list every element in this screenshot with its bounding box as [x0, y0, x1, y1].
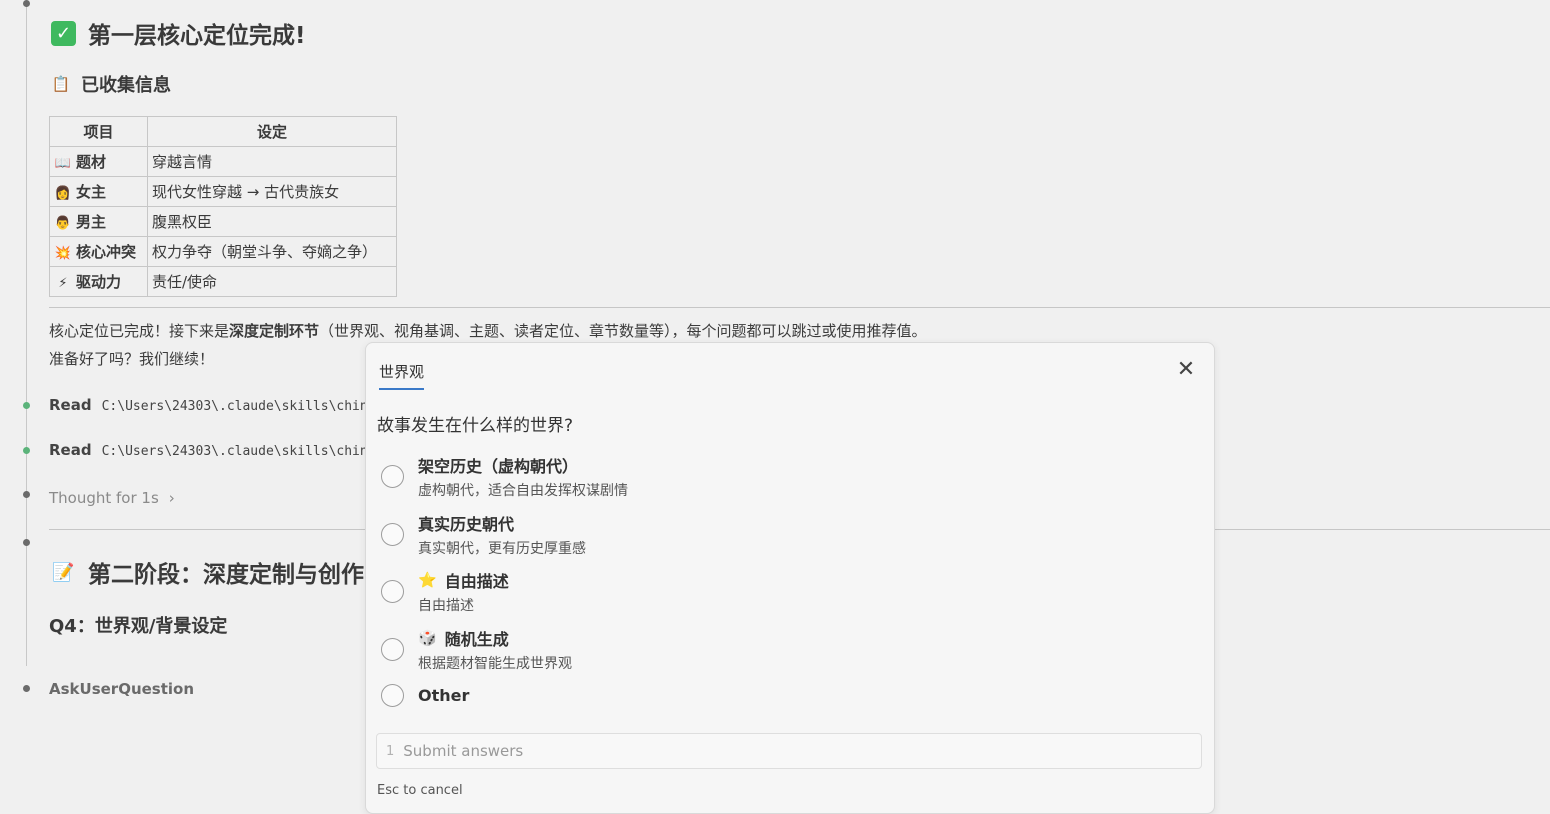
row-value: 腹黑权臣: [147, 206, 397, 237]
table-row: 💥 核心冲突 权力争夺（朝堂斗争、夺嫡之争）: [49, 236, 397, 267]
table-row: 👩 女主 现代女性穿越 → 古代贵族女: [49, 176, 397, 207]
timeline-dot-read: [23, 447, 30, 454]
woman-icon: 👩: [54, 186, 72, 201]
stage2-heading-text: 第二阶段：深度定制与创作: [88, 562, 364, 588]
submit-answers-button[interactable]: 1 Submit answers: [376, 733, 1202, 769]
option-description: 根据题材智能生成世界观: [418, 656, 572, 672]
radio-button[interactable]: [381, 465, 404, 488]
option-label: 自由描述: [444, 572, 509, 591]
intro-paragraph: 核心定位已完成！接下来是深度定制环节（世界观、视角基调、主题、读者定位、章节数量…: [49, 320, 927, 341]
intro-text: 核心定位已完成！接下来是: [49, 322, 230, 340]
row-value: 责任/使命: [147, 266, 397, 297]
row-key-cell: ⚡ 驱动力: [49, 266, 148, 297]
option-description: 真实朝代，更有历史厚重感: [418, 541, 586, 557]
option-real-history[interactable]: 真实历史朝代 真实朝代，更有历史厚重感: [381, 511, 1181, 558]
collected-heading-text: 已收集信息: [81, 75, 171, 96]
chevron-right-icon: ›: [168, 489, 175, 507]
row-key: 女主: [76, 183, 107, 201]
row-key-cell: 👨 男主: [49, 206, 148, 237]
option-text: 🎲 随机生成 根据题材智能生成世界观: [418, 626, 572, 673]
table-header-row: 项目 设定: [49, 116, 397, 147]
intro-line2: 准备好了吗？我们继续！: [49, 350, 215, 368]
timeline-dot-read: [23, 402, 30, 409]
option-description: 自由描述: [418, 598, 474, 614]
memo-icon: 📝: [52, 561, 75, 583]
read-step[interactable]: Read C:\Users\24303\.claude\skills\chine…: [49, 396, 383, 414]
intro-bold-text: 深度定制环节: [229, 322, 320, 340]
section-heading: ✓ 第一层核心定位完成!: [51, 16, 306, 50]
row-key-cell: 📖 题材: [49, 146, 148, 177]
radio-button[interactable]: [381, 580, 404, 603]
submit-label: Submit answers: [403, 742, 524, 760]
collected-heading: 📋 已收集信息: [51, 71, 171, 97]
esc-hint: Esc to cancel: [377, 783, 463, 798]
option-label: 架空历史（虚构朝代）: [418, 457, 579, 476]
table-row: ⚡ 驱动力 责任/使命: [49, 266, 397, 297]
row-key-cell: 👩 女主: [49, 176, 148, 207]
clipboard-icon: 📋: [51, 75, 71, 93]
thought-toggle[interactable]: Thought for 1s ›: [49, 489, 175, 507]
option-text: ⭐ 自由描述 自由描述: [418, 568, 509, 615]
option-label: 随机生成: [444, 630, 509, 649]
read-step[interactable]: Read C:\Users\24303\.claude\skills\chine…: [49, 441, 383, 459]
option-label: Other: [418, 686, 470, 705]
man-icon: 👨: [54, 216, 72, 231]
option-label-row: ⭐ 自由描述: [418, 568, 509, 592]
timeline-dot-tool: [23, 685, 30, 692]
book-icon: 📖: [54, 156, 72, 171]
row-key: 驱动力: [76, 273, 122, 291]
read-path: C:\Users\24303\.claude\skills\chines: [101, 399, 384, 414]
read-label: Read: [49, 396, 92, 414]
option-fictional-history[interactable]: 架空历史（虚构朝代） 虚构朝代，适合自由发挥权谋剧情: [381, 453, 1181, 500]
column-header: 设定: [147, 116, 397, 147]
submit-number: 1: [386, 743, 395, 759]
dice-icon: 🎲: [418, 629, 437, 647]
tab-worldview[interactable]: 世界观: [379, 361, 425, 390]
info-table: 项目 设定 📖 题材 穿越言情 👩 女主 现代女性穿越 → 古代贵族女 👨 男主 腹黑…: [49, 116, 397, 297]
check-mark-icon: ✓: [51, 20, 76, 46]
read-path: C:\Users\24303\.claude\skills\chines: [101, 444, 384, 459]
q4-heading: Q4：世界观/背景设定: [49, 616, 228, 637]
row-key: 核心冲突: [76, 243, 137, 261]
lightning-icon: ⚡: [58, 276, 68, 291]
star-icon: ⭐: [418, 571, 437, 589]
row-value: 权力争夺（朝堂斗争、夺嫡之争）: [147, 236, 397, 267]
row-key: 男主: [76, 213, 107, 231]
option-label-row: 🎲 随机生成: [418, 626, 572, 650]
intro-text: （世界观、视角基调、主题、读者定位、章节数量等），每个问题都可以跳过或使用推荐值…: [319, 322, 927, 340]
timeline-dot: [23, 0, 30, 7]
stage2-heading: 📝 第二阶段：深度定制与创作: [51, 555, 364, 589]
radio-button[interactable]: [381, 523, 404, 546]
thought-text: Thought for 1s: [49, 489, 159, 507]
row-value: 现代女性穿越 → 古代贵族女: [147, 176, 397, 207]
divider: [49, 307, 1550, 308]
table-row: 📖 题材 穿越言情: [49, 146, 397, 177]
table-row: 👨 男主 腹黑权臣: [49, 206, 397, 237]
option-text: 真实历史朝代 真实朝代，更有历史厚重感: [418, 511, 586, 558]
radio-button[interactable]: [381, 638, 404, 661]
option-text: Other: [418, 686, 469, 705]
read-label: Read: [49, 441, 92, 459]
close-icon[interactable]: ✕: [1174, 357, 1198, 382]
timeline-dot: [23, 539, 30, 546]
ask-user-question-dialog: 世界观 ✕ 故事发生在什么样的世界? 架空历史（虚构朝代） 虚构朝代，适合自由发…: [365, 342, 1215, 814]
column-header: 项目: [49, 116, 148, 147]
row-key: 题材: [76, 153, 107, 171]
timeline-line: [26, 0, 27, 666]
timeline-dot-thought: [23, 491, 30, 498]
row-value: 穿越言情: [147, 146, 397, 177]
option-random-generate[interactable]: 🎲 随机生成 根据题材智能生成世界观: [381, 626, 1181, 673]
option-other[interactable]: Other: [381, 684, 1181, 707]
tool-label[interactable]: AskUserQuestion: [49, 680, 194, 698]
option-free-description[interactable]: ⭐ 自由描述 自由描述: [381, 568, 1181, 615]
option-description: 虚构朝代，适合自由发挥权谋剧情: [418, 483, 628, 499]
question-text: 故事发生在什么样的世界?: [377, 416, 574, 436]
collision-icon: 💥: [54, 246, 72, 261]
row-key-cell: 💥 核心冲突: [49, 236, 148, 267]
section-heading-text: 第一层核心定位完成!: [88, 23, 306, 49]
option-label: 真实历史朝代: [418, 515, 515, 534]
radio-button[interactable]: [381, 684, 404, 707]
option-text: 架空历史（虚构朝代） 虚构朝代，适合自由发挥权谋剧情: [418, 453, 628, 500]
